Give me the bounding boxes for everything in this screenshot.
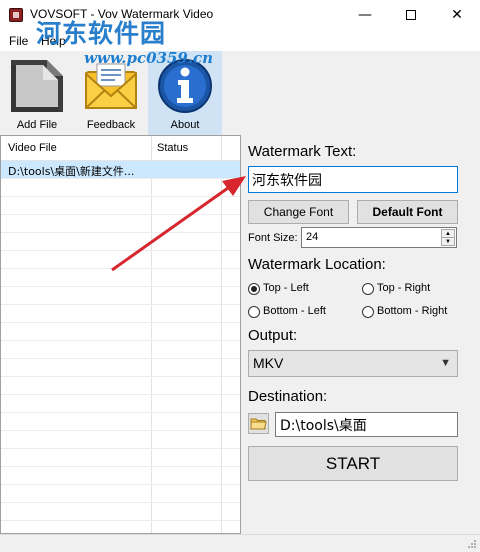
radio-bottom-left-label[interactable]: Bottom - Left [263,305,326,317]
empty-row [1,287,240,305]
status-bar [0,534,480,552]
font-size-label: Font Size: [248,232,298,244]
empty-row [1,233,240,251]
start-button[interactable]: START [248,446,458,481]
radio-bottom-right[interactable] [362,306,374,318]
empty-row [1,323,240,341]
add-file-label: Add File [16,119,58,131]
row-video-file: D:\tools\桌面\新建文件... [8,165,135,178]
empty-row [1,215,240,233]
empty-row [1,449,240,467]
empty-row [1,251,240,269]
app-icon [9,8,23,22]
chevron-down-icon: ▼ [440,357,451,369]
close-button[interactable]: ✕ [434,0,480,31]
empty-row [1,467,240,485]
maximize-button[interactable] [388,0,434,31]
empty-row [1,341,240,359]
watermark-text-label: Watermark Text: [248,143,357,160]
location-label: Watermark Location: [248,256,386,273]
empty-row [1,503,240,521]
output-label: Output: [248,327,298,344]
radio-top-left[interactable] [248,283,260,295]
destination-label: Destination: [248,388,328,405]
default-font-button[interactable]: Default Font [357,200,458,224]
column-header-video-file[interactable]: Video File [8,142,57,154]
empty-row [1,431,240,449]
empty-row [1,413,240,431]
menu-file[interactable]: File [9,34,28,48]
about-label: About [170,119,200,131]
table-row[interactable]: D:\tools\桌面\新建文件... [1,161,240,179]
resize-grip-icon[interactable] [467,539,477,549]
watermark-text-input[interactable]: 河东软件园 [248,166,458,193]
column-header-status[interactable]: Status [157,142,188,154]
destination-input[interactable]: D:\tools\桌面 [275,412,458,437]
font-size-value: 24 [306,231,319,243]
radio-bottom-left[interactable] [248,306,260,318]
empty-row [1,359,240,377]
empty-row [1,179,240,197]
site-watermark: 河东软件园 [36,19,167,48]
minimize-button[interactable]: — [342,0,388,31]
video-file-list[interactable]: Video File Status D:\tools\桌面\新建文件... [0,135,241,534]
site-watermark-url: www.pc0359.cn [84,49,214,67]
add-file-button[interactable]: Add File [0,51,74,135]
document-icon [11,60,63,112]
radio-top-right-label[interactable]: Top - Right [377,282,430,294]
output-format-select[interactable]: MKV ▼ [248,350,458,377]
empty-row [1,377,240,395]
radio-bottom-right-label[interactable]: Bottom - Right [377,305,447,317]
change-font-button[interactable]: Change Font [248,200,349,224]
browse-folder-button[interactable] [248,413,269,434]
feedback-label: Feedback [86,119,136,131]
maximize-icon [406,10,416,20]
empty-row [1,197,240,215]
empty-row [1,485,240,503]
output-format-value: MKV [253,355,284,371]
radio-top-left-label[interactable]: Top - Left [263,282,309,294]
empty-row [1,305,240,323]
folder-icon [250,418,267,430]
empty-row [1,395,240,413]
spin-down-icon[interactable]: ▼ [441,237,455,246]
font-size-spinner[interactable]: 24 ▲ ▼ [301,227,457,248]
list-header: Video File Status [1,136,240,161]
empty-row [1,269,240,287]
radio-top-right[interactable] [362,283,374,295]
settings-panel: Watermark Text: 河东软件园 Change Font Defaul… [248,135,460,534]
